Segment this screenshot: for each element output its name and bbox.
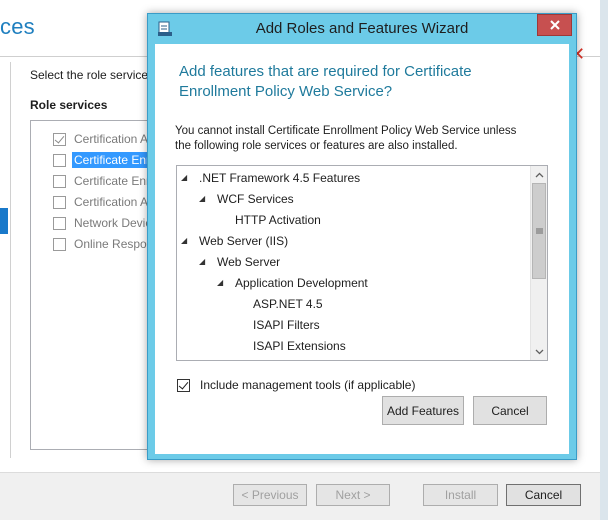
- tree-item[interactable]: ◢ .NET Framework 4.5 Features: [181, 167, 360, 188]
- role-item[interactable]: Certificate Enr: [53, 171, 150, 191]
- tree-item[interactable]: ASP.NET 4.5: [253, 293, 323, 314]
- expanded-arrow-icon[interactable]: ◢: [181, 236, 199, 245]
- dialog-heading-line: Add features that are required for Certi…: [179, 63, 472, 80]
- dialog-body: Add features that are required for Certi…: [155, 44, 569, 454]
- tree-item-label: Application Development: [235, 275, 368, 290]
- tree-item[interactable]: ◢ WCF Services: [199, 188, 294, 209]
- dialog-message-line: You cannot install Certificate Enrollmen…: [175, 125, 517, 137]
- role-item-label: Certificate Enr: [72, 152, 153, 168]
- tree-item-label: Web Server (IIS): [199, 233, 289, 248]
- role-item-label: Network Devic: [74, 216, 152, 230]
- install-button[interactable]: Install: [423, 484, 498, 506]
- dialog-title: Add Roles and Features Wizard: [255, 20, 469, 37]
- role-item[interactable]: Certificate Enr: [53, 150, 153, 170]
- checkbox[interactable]: [53, 174, 66, 188]
- dialog-heading-line: Enrollment Policy Web Service?: [179, 83, 393, 100]
- select-role-services-label: Select the role services: [30, 68, 155, 82]
- chevron-down-icon: [535, 349, 543, 354]
- tree-scrollbar[interactable]: [530, 166, 547, 360]
- dialog-heading: Add features that are required for Certi…: [155, 62, 569, 102]
- tree-item-label: ISAPI Extensions: [253, 338, 346, 353]
- role-item-label: Certification A: [74, 195, 149, 209]
- checkbox[interactable]: [53, 216, 66, 230]
- previous-button[interactable]: < Previous: [233, 484, 307, 506]
- add-features-dialog: Add Roles and Features Wizard Add featur…: [147, 13, 577, 460]
- checkbox[interactable]: [53, 237, 66, 251]
- expanded-arrow-icon[interactable]: ◢: [181, 173, 199, 182]
- chevron-up-icon: [535, 172, 543, 177]
- checkbox[interactable]: [53, 153, 66, 167]
- cancel-button[interactable]: Cancel: [506, 484, 581, 506]
- role-item[interactable]: Online Respor: [53, 234, 151, 254]
- next-button[interactable]: Next >: [316, 484, 390, 506]
- dialog-titlebar[interactable]: Add Roles and Features Wizard: [148, 14, 576, 44]
- nav-divider: [10, 62, 11, 458]
- required-features-tree[interactable]: ◢ .NET Framework 4.5 Features ◢ WCF Serv…: [176, 165, 548, 361]
- checkbox[interactable]: [53, 132, 66, 146]
- close-icon: [549, 20, 560, 30]
- nav-active-indicator: [0, 208, 8, 234]
- tree-item[interactable]: HTTP Activation: [235, 209, 321, 230]
- expanded-arrow-icon[interactable]: ◢: [199, 194, 217, 203]
- checkbox[interactable]: [53, 195, 66, 209]
- tree-item-label: Web Server: [217, 254, 281, 269]
- role-item[interactable]: Certification A: [53, 129, 148, 149]
- window-edge: [600, 0, 608, 520]
- role-item[interactable]: Network Devic: [53, 213, 151, 233]
- grip-icon: [535, 228, 543, 234]
- add-features-button[interactable]: Add Features: [382, 396, 464, 425]
- include-management-tools[interactable]: Include management tools (if applicable): [177, 378, 415, 392]
- page-title: ces: [0, 14, 35, 39]
- dialog-message: You cannot install Certificate Enrollmen…: [175, 124, 555, 154]
- tree-item-label: HTTP Activation: [235, 212, 321, 227]
- tree-item[interactable]: ◢ Web Server: [199, 251, 280, 272]
- tree-item-label: ASP.NET 4.5: [253, 296, 323, 311]
- role-item-label: Certification A: [74, 132, 149, 146]
- scroll-thumb[interactable]: [532, 183, 546, 279]
- expanded-arrow-icon[interactable]: ◢: [199, 257, 217, 266]
- tree-item[interactable]: ISAPI Extensions: [253, 335, 346, 356]
- tree-item[interactable]: ◢ Web Server (IIS): [181, 230, 288, 251]
- scroll-up-button[interactable]: [531, 166, 547, 183]
- role-item-label: Online Respor: [74, 237, 151, 251]
- tree-item-label: WCF Services: [217, 191, 294, 206]
- close-button[interactable]: [537, 14, 572, 36]
- tree-item-label: ISAPI Filters: [253, 317, 320, 332]
- scroll-down-button[interactable]: [531, 343, 547, 360]
- tree-item[interactable]: ISAPI Filters: [253, 314, 320, 335]
- dialog-message-line: the following role services or features …: [175, 140, 458, 152]
- role-item[interactable]: Certification A: [53, 192, 148, 212]
- include-management-tools-label: Include management tools (if applicable): [200, 378, 416, 392]
- tree-item-label: .NET Framework 4.5 Features: [199, 170, 361, 185]
- role-services-header: Role services: [30, 98, 108, 112]
- expanded-arrow-icon[interactable]: ◢: [217, 278, 235, 287]
- dialog-cancel-button[interactable]: Cancel: [473, 396, 547, 425]
- include-management-tools-checkbox[interactable]: [177, 378, 190, 392]
- role-item-label: Certificate Enr: [74, 174, 151, 188]
- tree-item[interactable]: ◢ Application Development: [217, 272, 368, 293]
